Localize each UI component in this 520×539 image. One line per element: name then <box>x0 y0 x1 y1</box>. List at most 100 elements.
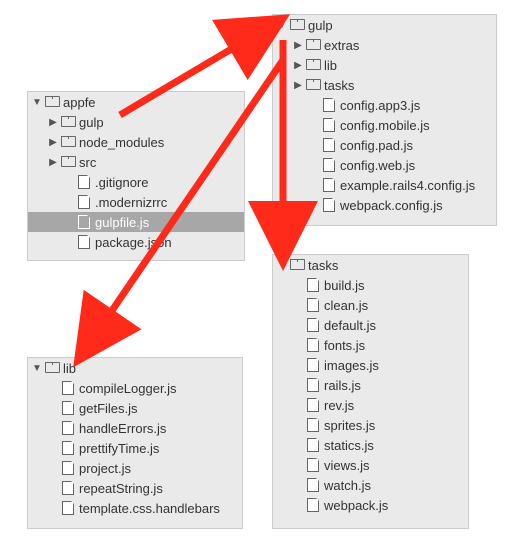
folder-icon <box>60 135 76 149</box>
folder-icon <box>289 18 305 32</box>
file-icon <box>76 214 92 231</box>
item-label: views.js <box>324 458 370 473</box>
disclosure-triangle-icon[interactable]: ▶ <box>48 157 58 168</box>
folder-icon <box>44 361 60 375</box>
item-label: watch.js <box>324 478 371 493</box>
tree-folder-lib-root[interactable]: ▼ lib <box>28 358 242 378</box>
file-icon <box>305 457 321 474</box>
item-label: clean.js <box>324 298 368 313</box>
item-label: gulp <box>79 115 104 130</box>
item-label: getFiles.js <box>79 401 138 416</box>
tree-folder-node-modules[interactable]: ▶node_modules <box>28 132 244 152</box>
item-label: rails.js <box>324 378 361 393</box>
tree-file-default[interactable]: default.js <box>273 315 468 335</box>
tree-folder-extras[interactable]: ▶ extras <box>273 35 496 55</box>
item-label: gulp <box>308 18 333 33</box>
disclosure-triangle-icon[interactable]: ▶ <box>293 40 303 51</box>
tree-folder-appfe[interactable]: ▼ appfe <box>28 92 244 112</box>
tree-folder-gulp-root[interactable]: ▼ gulp <box>273 15 496 35</box>
item-label: .gitignore <box>95 175 148 190</box>
disclosure-triangle-icon[interactable]: ▼ <box>32 97 42 108</box>
file-icon <box>321 97 337 114</box>
tree-file-rev[interactable]: rev.js <box>273 395 468 415</box>
file-icon <box>305 357 321 374</box>
tree-folder-gulp[interactable]: ▶ gulp <box>28 112 244 132</box>
item-label: project.js <box>79 461 131 476</box>
item-label: tasks <box>324 78 354 93</box>
tree-file-webpack[interactable]: webpack.js <box>273 495 468 515</box>
tree-file-gulpfile[interactable]: gulpfile.js <box>28 212 244 232</box>
tree-file-gitignore[interactable]: .gitignore <box>28 172 244 192</box>
file-icon <box>305 497 321 514</box>
item-label: fonts.js <box>324 338 365 353</box>
tree-file-views[interactable]: views.js <box>273 455 468 475</box>
tree-file-config-pad[interactable]: config.pad.js <box>273 135 496 155</box>
disclosure-triangle-icon[interactable]: ▼ <box>32 363 42 374</box>
tree-file-prettifytime[interactable]: prettifyTime.js <box>28 438 242 458</box>
disclosure-triangle-icon[interactable]: ▼ <box>277 20 287 31</box>
file-icon <box>305 397 321 414</box>
disclosure-triangle-icon[interactable]: ▶ <box>293 80 303 91</box>
item-label: gulpfile.js <box>95 215 149 230</box>
file-icon <box>60 460 76 477</box>
tree-file-getfiles[interactable]: getFiles.js <box>28 398 242 418</box>
tree-file-package-json[interactable]: package.json <box>28 232 244 252</box>
tree-file-template-handlebars[interactable]: template.css.handlebars <box>28 498 242 518</box>
file-icon <box>321 197 337 214</box>
disclosure-triangle-icon[interactable]: ▶ <box>48 117 58 128</box>
tree-file-rails[interactable]: rails.js <box>273 375 468 395</box>
tree-panel-tasks: ▼tasksbuild.js clean.js default.js fonts.js… <box>272 254 469 529</box>
item-label: lib <box>324 58 337 73</box>
folder-icon <box>305 78 321 92</box>
folder-icon <box>60 115 76 129</box>
tree-file-build[interactable]: build.js <box>273 275 468 295</box>
file-icon <box>321 117 337 134</box>
tree-file-images[interactable]: images.js <box>273 355 468 375</box>
disclosure-triangle-icon[interactable]: ▶ <box>48 137 58 148</box>
tree-file-statics[interactable]: statics.js <box>273 435 468 455</box>
tree-file-config-app3[interactable]: config.app3.js <box>273 95 496 115</box>
tree-folder-tasks-root[interactable]: ▼tasks <box>273 255 468 275</box>
tree-folder-lib[interactable]: ▶ lib <box>273 55 496 75</box>
tree-panel-appfe: ▼appfe▶gulp▶node_modules▶src.gitignore.m… <box>27 91 245 261</box>
tree-file-modernizrrc[interactable]: .modernizrrc <box>28 192 244 212</box>
tree-file-repeatstring[interactable]: repeatString.js <box>28 478 242 498</box>
item-label: sprites.js <box>324 418 375 433</box>
item-label: appfe <box>63 95 96 110</box>
tree-file-compilelogger[interactable]: compileLogger.js <box>28 378 242 398</box>
tree-file-config-web[interactable]: config.web.js <box>273 155 496 175</box>
disclosure-triangle-icon[interactable]: ▶ <box>293 60 303 71</box>
tree-file-sprites[interactable]: sprites.js <box>273 415 468 435</box>
file-icon <box>60 380 76 397</box>
item-label: src <box>79 155 96 170</box>
disclosure-triangle-icon[interactable]: ▼ <box>277 260 287 271</box>
file-icon <box>60 500 76 517</box>
file-icon <box>305 277 321 294</box>
tree-file-handleerrors[interactable]: handleErrors.js <box>28 418 242 438</box>
item-label: template.css.handlebars <box>79 501 220 516</box>
tree-file-watch[interactable]: watch.js <box>273 475 468 495</box>
file-icon <box>305 477 321 494</box>
tree-folder-src[interactable]: ▶ src <box>28 152 244 172</box>
item-label: package.json <box>95 235 172 250</box>
folder-icon <box>305 38 321 52</box>
item-label: webpack.js <box>324 498 388 513</box>
tree-file-example-rails4[interactable]: example.rails4.config.js <box>273 175 496 195</box>
item-label: default.js <box>324 318 376 333</box>
tree-file-config-mobile[interactable]: config.mobile.js <box>273 115 496 135</box>
file-icon <box>76 174 92 191</box>
tree-file-fonts[interactable]: fonts.js <box>273 335 468 355</box>
tree-file-clean[interactable]: clean.js <box>273 295 468 315</box>
item-label: example.rails4.config.js <box>340 178 475 193</box>
tree-folder-tasks[interactable]: ▶ tasks <box>273 75 496 95</box>
item-label: extras <box>324 38 359 53</box>
item-label: lib <box>63 361 76 376</box>
tree-file-project[interactable]: project.js <box>28 458 242 478</box>
item-label: .modernizrrc <box>95 195 167 210</box>
folder-icon <box>44 95 60 109</box>
file-icon <box>305 317 321 334</box>
file-icon <box>321 157 337 174</box>
item-label: handleErrors.js <box>79 421 166 436</box>
file-icon <box>305 437 321 454</box>
tree-file-webpack-config[interactable]: webpack.config.js <box>273 195 496 215</box>
